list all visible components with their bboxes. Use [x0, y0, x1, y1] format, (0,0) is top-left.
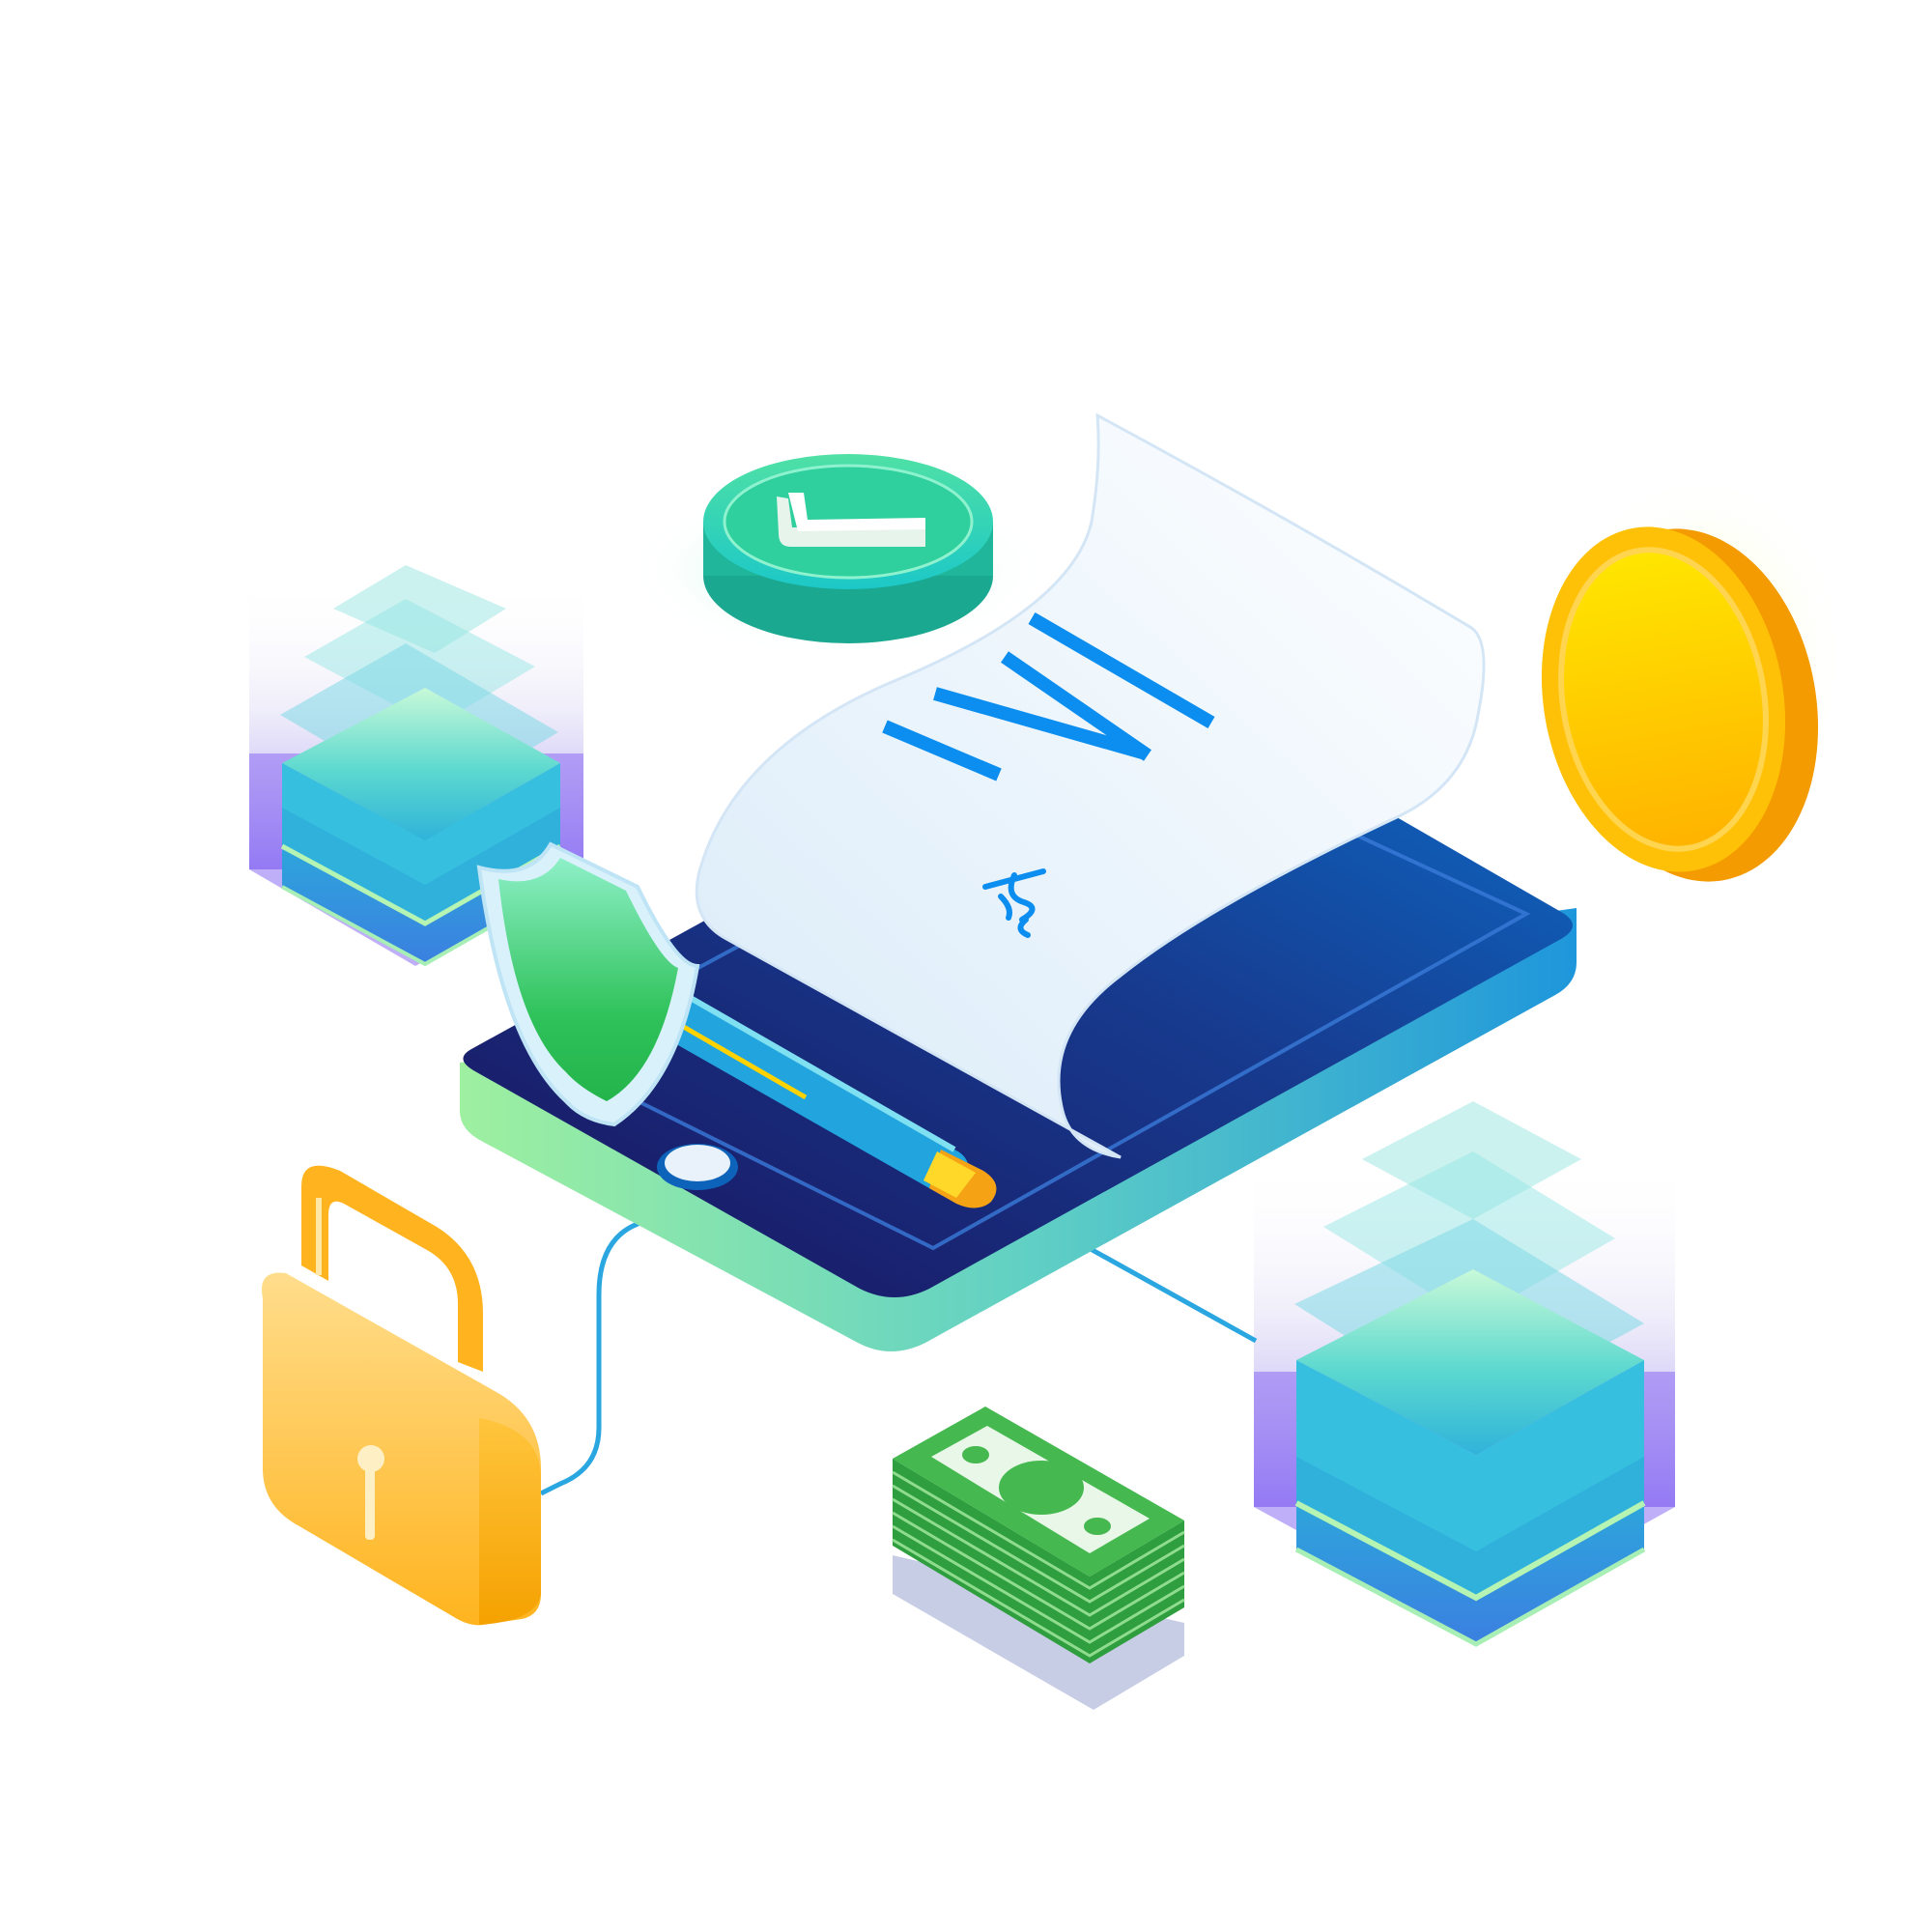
illustration-svg [249, 412, 1845, 1710]
isometric-illustration [0, 0, 1932, 1932]
gold-coin-icon [1541, 473, 1845, 882]
cash-stack-icon [892, 1406, 1185, 1710]
server-stack-icon [1254, 1101, 1675, 1647]
check-badge-icon [626, 454, 1051, 657]
padlock-icon [262, 1165, 541, 1626]
